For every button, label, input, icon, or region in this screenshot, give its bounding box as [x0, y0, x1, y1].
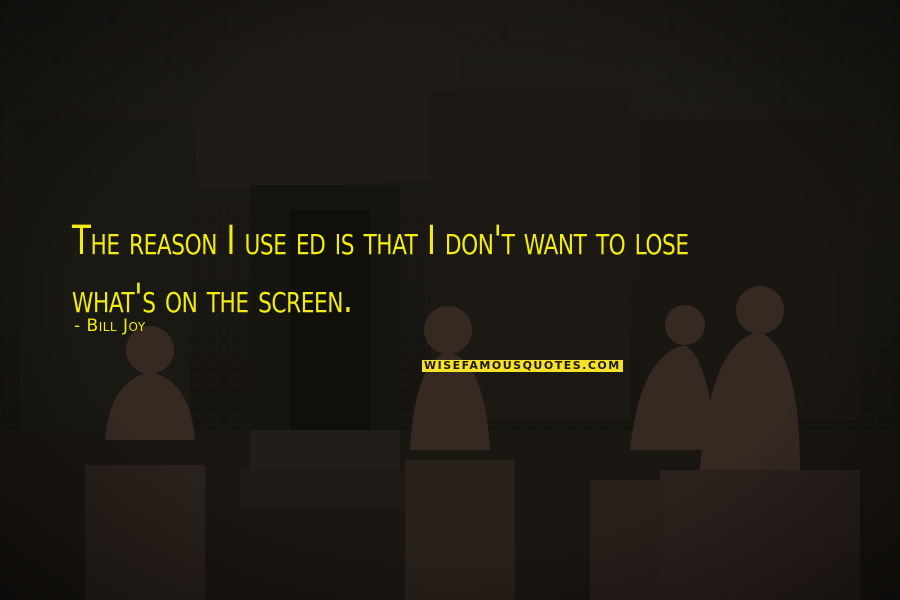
site-watermark: WISEFAMOUSQUOTES.COM — [422, 359, 623, 372]
quote-text: The reason I use ed is that I don't want… — [72, 218, 689, 322]
quote-poster: The reason I use ed is that I don't want… — [0, 0, 900, 600]
quote-author: - Bill Joy — [74, 316, 146, 336]
